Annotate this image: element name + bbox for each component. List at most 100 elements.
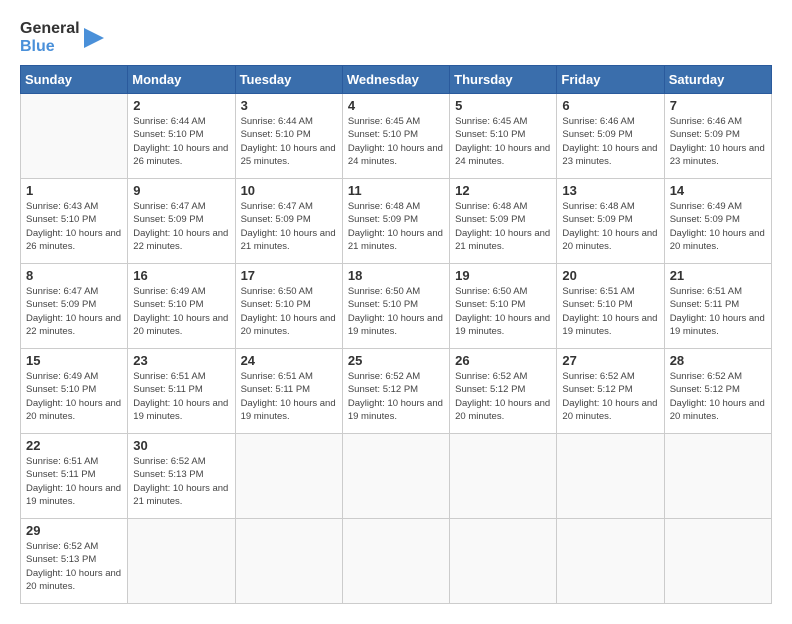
daylight-text: Daylight: 10 hours and 23 minutes.: [562, 142, 658, 169]
daylight-text: Daylight: 10 hours and 20 minutes.: [562, 397, 658, 424]
sunset-text: Sunset: 5:12 PM: [670, 383, 766, 396]
calendar-table: SundayMondayTuesdayWednesdayThursdayFrid…: [20, 65, 772, 604]
day-info: Sunrise: 6:50 AM Sunset: 5:10 PM Dayligh…: [455, 285, 551, 338]
sunset-text: Sunset: 5:09 PM: [670, 128, 766, 141]
calendar-cell: 23 Sunrise: 6:51 AM Sunset: 5:11 PM Dayl…: [128, 349, 235, 434]
calendar-cell: [557, 434, 664, 519]
day-info: Sunrise: 6:43 AM Sunset: 5:10 PM Dayligh…: [26, 200, 122, 253]
daylight-text: Daylight: 10 hours and 22 minutes.: [133, 227, 229, 254]
calendar-cell: [664, 434, 771, 519]
day-info: Sunrise: 6:52 AM Sunset: 5:13 PM Dayligh…: [133, 455, 229, 508]
sunrise-text: Sunrise: 6:45 AM: [348, 115, 444, 128]
sunset-text: Sunset: 5:09 PM: [133, 213, 229, 226]
day-number: 11: [348, 183, 444, 198]
week-row-2: 1 Sunrise: 6:43 AM Sunset: 5:10 PM Dayli…: [21, 179, 772, 264]
day-info: Sunrise: 6:44 AM Sunset: 5:10 PM Dayligh…: [241, 115, 337, 168]
daylight-text: Daylight: 10 hours and 19 minutes.: [348, 312, 444, 339]
calendar-cell: 17 Sunrise: 6:50 AM Sunset: 5:10 PM Dayl…: [235, 264, 342, 349]
sunset-text: Sunset: 5:10 PM: [348, 128, 444, 141]
calendar-cell: 3 Sunrise: 6:44 AM Sunset: 5:10 PM Dayli…: [235, 94, 342, 179]
day-number: 22: [26, 438, 122, 453]
weekday-tuesday: Tuesday: [235, 66, 342, 94]
day-number: 3: [241, 98, 337, 113]
day-number: 18: [348, 268, 444, 283]
sunrise-text: Sunrise: 6:52 AM: [26, 540, 122, 553]
calendar-cell: 5 Sunrise: 6:45 AM Sunset: 5:10 PM Dayli…: [450, 94, 557, 179]
calendar-cell: 14 Sunrise: 6:49 AM Sunset: 5:09 PM Dayl…: [664, 179, 771, 264]
sunset-text: Sunset: 5:11 PM: [26, 468, 122, 481]
daylight-text: Daylight: 10 hours and 20 minutes.: [562, 227, 658, 254]
day-info: Sunrise: 6:51 AM Sunset: 5:11 PM Dayligh…: [133, 370, 229, 423]
day-number: 9: [133, 183, 229, 198]
day-number: 15: [26, 353, 122, 368]
calendar-cell: 21 Sunrise: 6:51 AM Sunset: 5:11 PM Dayl…: [664, 264, 771, 349]
calendar-cell: 4 Sunrise: 6:45 AM Sunset: 5:10 PM Dayli…: [342, 94, 449, 179]
daylight-text: Daylight: 10 hours and 19 minutes.: [26, 482, 122, 509]
calendar-cell: 28 Sunrise: 6:52 AM Sunset: 5:12 PM Dayl…: [664, 349, 771, 434]
weekday-header-row: SundayMondayTuesdayWednesdayThursdayFrid…: [21, 66, 772, 94]
calendar-cell: [342, 434, 449, 519]
sunrise-text: Sunrise: 6:43 AM: [26, 200, 122, 213]
sunset-text: Sunset: 5:10 PM: [241, 298, 337, 311]
sunrise-text: Sunrise: 6:51 AM: [133, 370, 229, 383]
daylight-text: Daylight: 10 hours and 21 minutes.: [348, 227, 444, 254]
calendar-cell: 26 Sunrise: 6:52 AM Sunset: 5:12 PM Dayl…: [450, 349, 557, 434]
day-number: 25: [348, 353, 444, 368]
day-info: Sunrise: 6:45 AM Sunset: 5:10 PM Dayligh…: [348, 115, 444, 168]
day-number: 14: [670, 183, 766, 198]
day-number: 2: [133, 98, 229, 113]
week-row-3: 8 Sunrise: 6:47 AM Sunset: 5:09 PM Dayli…: [21, 264, 772, 349]
calendar-cell: [21, 94, 128, 179]
day-info: Sunrise: 6:48 AM Sunset: 5:09 PM Dayligh…: [562, 200, 658, 253]
daylight-text: Daylight: 10 hours and 20 minutes.: [670, 397, 766, 424]
calendar-cell: 11 Sunrise: 6:48 AM Sunset: 5:09 PM Dayl…: [342, 179, 449, 264]
daylight-text: Daylight: 10 hours and 19 minutes.: [562, 312, 658, 339]
sunrise-text: Sunrise: 6:49 AM: [670, 200, 766, 213]
week-row-4: 15 Sunrise: 6:49 AM Sunset: 5:10 PM Dayl…: [21, 349, 772, 434]
sunrise-text: Sunrise: 6:49 AM: [133, 285, 229, 298]
day-info: Sunrise: 6:51 AM Sunset: 5:11 PM Dayligh…: [26, 455, 122, 508]
day-info: Sunrise: 6:52 AM Sunset: 5:12 PM Dayligh…: [348, 370, 444, 423]
sunset-text: Sunset: 5:10 PM: [241, 128, 337, 141]
day-number: 7: [670, 98, 766, 113]
day-number: 24: [241, 353, 337, 368]
calendar-cell: 22 Sunrise: 6:51 AM Sunset: 5:11 PM Dayl…: [21, 434, 128, 519]
daylight-text: Daylight: 10 hours and 19 minutes.: [455, 312, 551, 339]
day-info: Sunrise: 6:45 AM Sunset: 5:10 PM Dayligh…: [455, 115, 551, 168]
sunset-text: Sunset: 5:09 PM: [562, 128, 658, 141]
sunrise-text: Sunrise: 6:47 AM: [26, 285, 122, 298]
sunset-text: Sunset: 5:11 PM: [241, 383, 337, 396]
sunrise-text: Sunrise: 6:46 AM: [562, 115, 658, 128]
sunset-text: Sunset: 5:10 PM: [455, 298, 551, 311]
daylight-text: Daylight: 10 hours and 22 minutes.: [26, 312, 122, 339]
sunrise-text: Sunrise: 6:51 AM: [670, 285, 766, 298]
sunrise-text: Sunrise: 6:44 AM: [133, 115, 229, 128]
calendar-cell: 16 Sunrise: 6:49 AM Sunset: 5:10 PM Dayl…: [128, 264, 235, 349]
daylight-text: Daylight: 10 hours and 20 minutes.: [133, 312, 229, 339]
sunset-text: Sunset: 5:11 PM: [133, 383, 229, 396]
daylight-text: Daylight: 10 hours and 21 minutes.: [241, 227, 337, 254]
sunrise-text: Sunrise: 6:51 AM: [562, 285, 658, 298]
day-info: Sunrise: 6:51 AM Sunset: 5:10 PM Dayligh…: [562, 285, 658, 338]
day-number: 13: [562, 183, 658, 198]
sunrise-text: Sunrise: 6:52 AM: [348, 370, 444, 383]
day-info: Sunrise: 6:51 AM Sunset: 5:11 PM Dayligh…: [241, 370, 337, 423]
sunrise-text: Sunrise: 6:52 AM: [670, 370, 766, 383]
day-number: 1: [26, 183, 122, 198]
calendar-cell: 7 Sunrise: 6:46 AM Sunset: 5:09 PM Dayli…: [664, 94, 771, 179]
daylight-text: Daylight: 10 hours and 24 minutes.: [455, 142, 551, 169]
day-info: Sunrise: 6:50 AM Sunset: 5:10 PM Dayligh…: [241, 285, 337, 338]
calendar-cell: 19 Sunrise: 6:50 AM Sunset: 5:10 PM Dayl…: [450, 264, 557, 349]
day-info: Sunrise: 6:47 AM Sunset: 5:09 PM Dayligh…: [133, 200, 229, 253]
calendar-cell: 1 Sunrise: 6:43 AM Sunset: 5:10 PM Dayli…: [21, 179, 128, 264]
sunset-text: Sunset: 5:09 PM: [455, 213, 551, 226]
sunset-text: Sunset: 5:11 PM: [670, 298, 766, 311]
daylight-text: Daylight: 10 hours and 25 minutes.: [241, 142, 337, 169]
calendar-cell: [664, 519, 771, 604]
sunrise-text: Sunrise: 6:47 AM: [133, 200, 229, 213]
day-number: 23: [133, 353, 229, 368]
day-number: 27: [562, 353, 658, 368]
day-info: Sunrise: 6:46 AM Sunset: 5:09 PM Dayligh…: [562, 115, 658, 168]
daylight-text: Daylight: 10 hours and 20 minutes.: [26, 567, 122, 594]
weekday-friday: Friday: [557, 66, 664, 94]
